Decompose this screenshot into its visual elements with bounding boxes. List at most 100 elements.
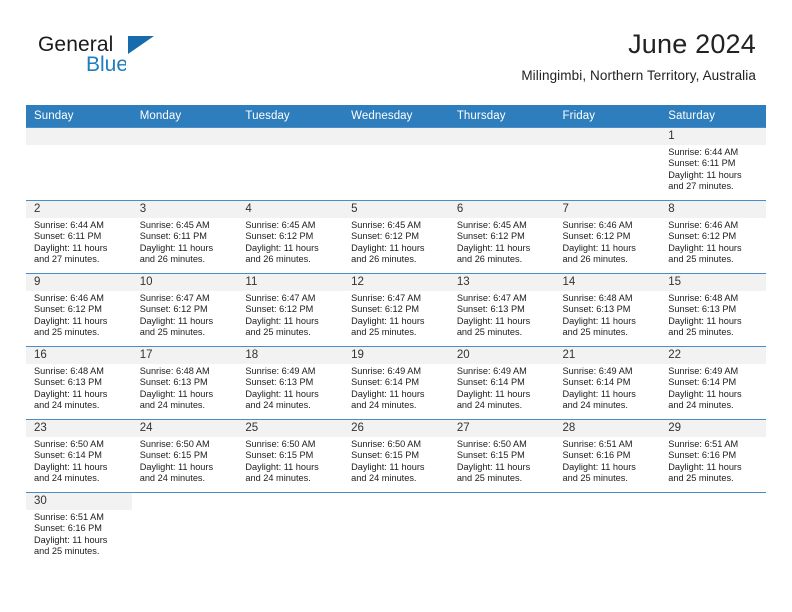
calendar-day-cell[interactable]: 21 Sunrise: 6:49 AM Sunset: 6:14 PM Dayligh… <box>554 346 661 420</box>
calendar-day-cell[interactable]: 11 Sunrise: 6:47 AM Sunset: 6:12 PM Dayligh… <box>237 273 344 347</box>
day-number: 25 <box>237 420 344 437</box>
calendar-day-cell[interactable]: 28 Sunrise: 6:51 AM Sunset: 6:16 PM Dayligh… <box>554 419 661 493</box>
calendar-day-cell[interactable]: 8 Sunrise: 6:46 AM Sunset: 6:12 PM Daylight… <box>660 200 766 274</box>
daylight-duration-line1: Daylight: 11 hours <box>351 461 425 472</box>
calendar-week-row: 1 Sunrise: 6:44 AM Sunset: 6:11 PM Daylight… <box>26 127 766 201</box>
sunrise-time: Sunrise: 6:50 AM <box>456 439 527 449</box>
calendar-day-cell[interactable]: 27 Sunrise: 6:50 AM Sunset: 6:15 PM Dayligh… <box>448 419 555 493</box>
sunset-time: Sunset: 6:13 PM <box>245 377 314 388</box>
calendar-day-cell[interactable]: 25 Sunrise: 6:50 AM Sunset: 6:15 PM Dayligh… <box>237 419 344 493</box>
daylight-duration-line2: and 26 minutes. <box>456 254 523 265</box>
daylight-duration-line2: and 26 minutes. <box>351 254 417 265</box>
sunrise-time: Sunrise: 6:49 AM <box>668 366 739 376</box>
calendar-day-cell[interactable]: 18 Sunrise: 6:49 AM Sunset: 6:13 PM Dayligh… <box>237 346 344 420</box>
day-number: 16 <box>26 347 132 364</box>
day-number-band <box>343 493 449 510</box>
day-sun-info: Sunrise: 6:45 AM Sunset: 6:11 PM Daylight:… <box>132 218 238 266</box>
sunrise-time: Sunrise: 6:48 AM <box>668 293 739 303</box>
sunset-time: Sunset: 6:12 PM <box>351 231 420 242</box>
daylight-duration-line2: and 25 minutes. <box>139 327 206 338</box>
day-sun-info: Sunrise: 6:51 AM Sunset: 6:16 PM Daylight:… <box>660 437 766 485</box>
daylight-duration-line1: Daylight: 11 hours <box>34 534 108 545</box>
daylight-duration-line2: and 27 minutes. <box>34 254 100 265</box>
calendar-day-cell[interactable]: 14 Sunrise: 6:48 AM Sunset: 6:13 PM Dayligh… <box>554 273 661 347</box>
day-number: 13 <box>448 274 555 291</box>
sunset-time: Sunset: 6:13 PM <box>34 377 102 388</box>
calendar-day-cell[interactable]: 5 Sunrise: 6:45 AM Sunset: 6:12 PM Daylight… <box>343 200 449 274</box>
daylight-duration-line1: Daylight: 11 hours <box>456 315 531 326</box>
daylight-duration-line2: and 27 minutes. <box>668 181 734 192</box>
sunset-time: Sunset: 6:12 PM <box>139 304 208 315</box>
calendar-day-cell[interactable]: 29 Sunrise: 6:51 AM Sunset: 6:16 PM Dayligh… <box>660 419 766 493</box>
calendar-day-cell[interactable]: 19 Sunrise: 6:49 AM Sunset: 6:14 PM Dayligh… <box>343 346 449 420</box>
day-sun-info: Sunrise: 6:44 AM Sunset: 6:11 PM Daylight:… <box>26 218 132 266</box>
daylight-duration-line2: and 24 minutes. <box>139 400 206 411</box>
calendar-week-row: 2 Sunrise: 6:44 AM Sunset: 6:11 PM Daylight… <box>26 200 766 274</box>
sunrise-sunset-calendar: Sunday Monday Tuesday Wednesday Thursday… <box>26 105 766 566</box>
daylight-duration-line1: Daylight: 11 hours <box>139 315 214 326</box>
calendar-day-cell[interactable]: 26 Sunrise: 6:50 AM Sunset: 6:15 PM Dayligh… <box>343 419 449 493</box>
daylight-duration-line1: Daylight: 11 hours <box>668 461 742 472</box>
daylight-duration-line1: Daylight: 11 hours <box>245 315 319 326</box>
sunset-time: Sunset: 6:12 PM <box>245 304 314 315</box>
calendar-day-cell[interactable]: 30 Sunrise: 6:51 AM Sunset: 6:16 PM Dayligh… <box>26 492 132 566</box>
calendar-day-cell[interactable]: 10 Sunrise: 6:47 AM Sunset: 6:12 PM Dayligh… <box>131 273 238 347</box>
calendar-day-cell[interactable]: 3 Sunrise: 6:45 AM Sunset: 6:11 PM Daylight… <box>131 200 238 274</box>
calendar-day-cell[interactable]: 13 Sunrise: 6:47 AM Sunset: 6:13 PM Dayligh… <box>448 273 555 347</box>
calendar-day-cell[interactable]: 12 Sunrise: 6:47 AM Sunset: 6:12 PM Dayligh… <box>343 273 449 347</box>
calendar-day-cell[interactable]: 7 Sunrise: 6:46 AM Sunset: 6:12 PM Daylight… <box>554 200 661 274</box>
calendar-day-cell[interactable]: 9 Sunrise: 6:46 AM Sunset: 6:12 PM Daylight… <box>26 273 132 347</box>
calendar-day-cell[interactable]: 20 Sunrise: 6:49 AM Sunset: 6:14 PM Dayligh… <box>448 346 555 420</box>
weekday-header-row: Sunday Monday Tuesday Wednesday Thursday… <box>26 105 766 128</box>
sunset-time: Sunset: 6:14 PM <box>456 377 525 388</box>
daylight-duration-line1: Daylight: 11 hours <box>351 315 425 326</box>
weekday-header-sunday: Sunday <box>26 105 132 128</box>
day-sun-info: Sunrise: 6:45 AM Sunset: 6:12 PM Daylight:… <box>237 218 343 266</box>
calendar-day-cell[interactable]: 23 Sunrise: 6:50 AM Sunset: 6:14 PM Dayligh… <box>26 419 132 493</box>
calendar-day-cell[interactable]: 16 Sunrise: 6:48 AM Sunset: 6:13 PM Dayligh… <box>26 346 132 420</box>
daylight-duration-line1: Daylight: 11 hours <box>139 388 214 399</box>
day-number: 19 <box>343 347 449 364</box>
logo-triangle-icon <box>128 36 154 54</box>
calendar-day-cell[interactable]: 2 Sunrise: 6:44 AM Sunset: 6:11 PM Daylight… <box>26 200 132 274</box>
daylight-duration-line1: Daylight: 11 hours <box>139 461 214 472</box>
day-sun-info: Sunrise: 6:47 AM Sunset: 6:12 PM Daylight:… <box>343 291 449 339</box>
day-number-band <box>448 128 555 145</box>
daylight-duration-line2: and 25 minutes. <box>351 327 417 338</box>
calendar-day-cell[interactable]: 17 Sunrise: 6:48 AM Sunset: 6:13 PM Dayligh… <box>131 346 238 420</box>
day-number-band <box>554 128 661 145</box>
sunset-time: Sunset: 6:11 PM <box>139 231 207 242</box>
general-blue-logo[interactable]: General Blue <box>38 34 198 82</box>
calendar-day-cell[interactable]: 15 Sunrise: 6:48 AM Sunset: 6:13 PM Dayligh… <box>660 273 766 347</box>
calendar-day-cell[interactable]: 22 Sunrise: 6:49 AM Sunset: 6:14 PM Dayligh… <box>660 346 766 420</box>
sunset-time: Sunset: 6:11 PM <box>668 158 736 169</box>
calendar-day-cell[interactable]: 24 Sunrise: 6:50 AM Sunset: 6:15 PM Dayligh… <box>131 419 238 493</box>
sunrise-time: Sunrise: 6:50 AM <box>139 439 210 449</box>
day-number: 27 <box>448 420 555 437</box>
day-number: 9 <box>26 274 132 291</box>
day-number: 23 <box>26 420 132 437</box>
daylight-duration-line2: and 25 minutes. <box>456 327 523 338</box>
day-number: 3 <box>131 201 238 218</box>
calendar-day-cell[interactable]: 4 Sunrise: 6:45 AM Sunset: 6:12 PM Daylight… <box>237 200 344 274</box>
weekday-header-wednesday: Wednesday <box>343 105 449 128</box>
sunrise-time: Sunrise: 6:48 AM <box>562 293 633 303</box>
sunset-time: Sunset: 6:13 PM <box>562 304 631 315</box>
sunrise-time: Sunrise: 6:48 AM <box>139 366 210 376</box>
day-number: 8 <box>660 201 766 218</box>
day-number: 15 <box>660 274 766 291</box>
calendar-day-cell-empty <box>131 127 238 201</box>
calendar-day-cell[interactable]: 1 Sunrise: 6:44 AM Sunset: 6:11 PM Daylight… <box>660 127 766 201</box>
day-number: 7 <box>554 201 661 218</box>
daylight-duration-line1: Daylight: 11 hours <box>562 461 636 472</box>
sunset-time: Sunset: 6:15 PM <box>456 450 525 461</box>
calendar-day-cell[interactable]: 6 Sunrise: 6:45 AM Sunset: 6:12 PM Daylight… <box>448 200 555 274</box>
page-title: June 2024 <box>628 29 756 59</box>
sunset-time: Sunset: 6:16 PM <box>34 523 102 534</box>
sunset-time: Sunset: 6:13 PM <box>139 377 208 388</box>
sunrise-time: Sunrise: 6:49 AM <box>562 366 633 376</box>
day-number-band <box>343 128 449 145</box>
daylight-duration-line2: and 24 minutes. <box>351 473 417 484</box>
day-number-band <box>448 493 555 510</box>
day-number-band <box>131 493 238 510</box>
